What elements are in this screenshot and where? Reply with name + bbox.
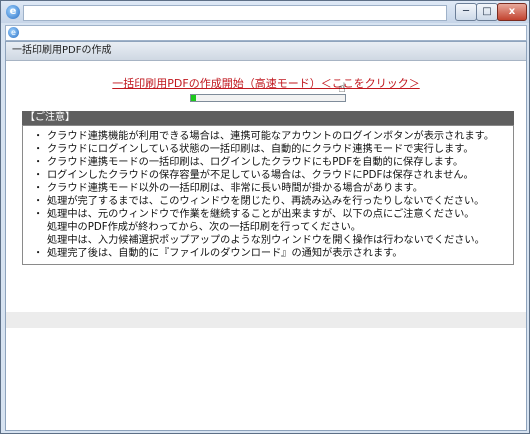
start-pdf-link[interactable]: 一括印刷用PDFの作成開始（高速モード）＜ここをクリック＞ <box>6 75 526 91</box>
notice-box: クラウド連携機能が利用できる場合は、連携可能なアカウントのログインボタンが表示さ… <box>22 125 514 265</box>
section-header: 一括印刷用PDFの作成 <box>6 42 526 61</box>
notice-item: クラウド連携モードの一括印刷は、ログインしたクラウドにもPDFを自動的に保存しま… <box>23 156 513 169</box>
bottom-band <box>6 312 526 328</box>
browser-window: e ─ □ x e 一括印刷用PDFの作成 一括印刷用PDFの作成開始（高速モー… <box>0 0 530 434</box>
progress-bar <box>190 94 346 102</box>
maximize-button[interactable]: □ <box>476 3 498 21</box>
minimize-button[interactable]: ─ <box>455 3 477 21</box>
notice-item: ログインしたクラウドの保存容量が不足している場合は、クラウドにPDFは保存されま… <box>23 169 513 182</box>
browser-icon: e <box>6 5 20 19</box>
notice-item: クラウド連携機能が利用できる場合は、連携可能なアカウントのログインボタンが表示さ… <box>23 130 513 143</box>
progress-fill <box>191 95 196 101</box>
address-bar[interactable]: e <box>5 25 527 41</box>
notice-item: 処理完了後は、自動的に『ファイルのダウンロード』の通知が表示されます。 <box>23 247 513 260</box>
notice-item: クラウド連携モード以外の一括印刷は、非常に長い時間が掛かる場合があります。 <box>23 182 513 195</box>
notice-title: 【ご注意】 <box>25 112 75 123</box>
notice-item: 処理が完了するまでは、このウィンドウを閉じたり、再読み込みを行ったりしないでくだ… <box>23 195 513 208</box>
page-content: 一括印刷用PDFの作成 一括印刷用PDFの作成開始（高速モード）＜ここをクリック… <box>5 41 527 431</box>
close-button[interactable]: x <box>497 3 527 21</box>
notice-item: 処理中は、元のウィンドウで作業を継続することが出来ますが、以下の点にご注意くださ… <box>23 208 513 247</box>
notice-item: クラウドにログインしている状態の一括印刷は、自動的にクラウド連携モードで実行しま… <box>23 143 513 156</box>
page-icon: e <box>8 27 19 38</box>
section-title: 一括印刷用PDFの作成 <box>12 45 112 56</box>
notice-list: クラウド連携機能が利用できる場合は、連携可能なアカウントのログインボタンが表示さ… <box>23 126 513 260</box>
title-bar: e ─ □ x <box>1 1 529 23</box>
window-title-field <box>23 5 447 21</box>
notice-header: 【ご注意】 <box>22 111 514 125</box>
